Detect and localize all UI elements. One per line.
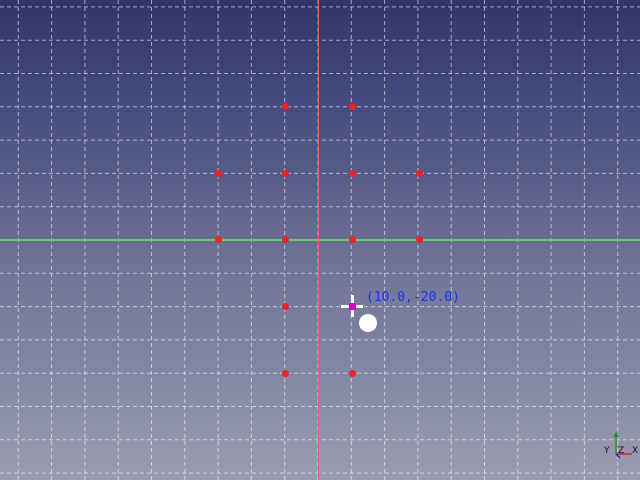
triad-z-label: Z [618,446,625,456]
vertical-axis-line [318,0,319,480]
sketch-point[interactable] [282,236,289,243]
crosshair-center [349,303,356,310]
sketch-point[interactable] [349,236,356,243]
sketch-point[interactable] [282,370,289,377]
sketch-point[interactable] [416,236,423,243]
cursor-snap-indicator [359,314,377,332]
sketch-point[interactable] [282,303,289,310]
axis-triad: Y Z X [604,432,640,460]
sketch-point[interactable] [282,103,289,110]
cursor-coordinate-label: (10.0,-20.0) [366,290,460,305]
sketch-point[interactable] [215,236,222,243]
triad-y-label: Y [604,446,610,456]
sketch-3d-viewport[interactable]: (10.0,-20.0) Y Z X [0,0,640,480]
sketch-point[interactable] [416,170,423,177]
triad-x-label: X [632,446,639,456]
sketch-point[interactable] [215,170,222,177]
sketch-point[interactable] [349,103,356,110]
sketch-point[interactable] [282,170,289,177]
sketch-point[interactable] [349,170,356,177]
horizontal-axis-line [0,239,640,241]
sketch-point[interactable] [349,370,356,377]
